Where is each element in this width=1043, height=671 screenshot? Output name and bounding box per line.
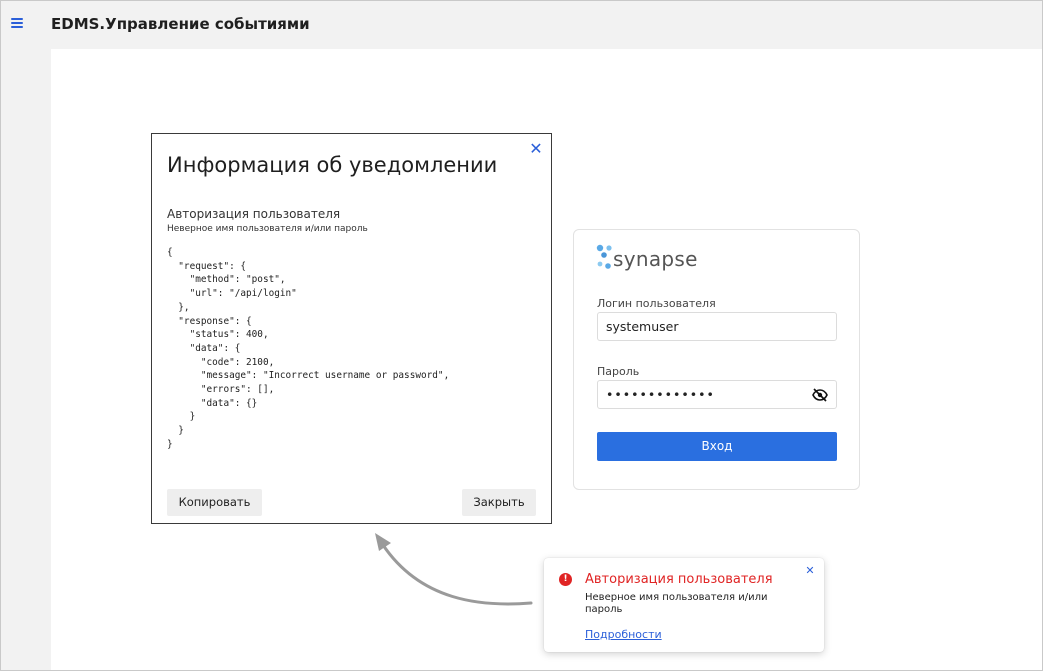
app-window: EDMS.Управление событиями ✕ Информация о… — [0, 0, 1043, 671]
details-link[interactable]: Подробности — [585, 628, 662, 641]
eye-off-icon[interactable] — [812, 388, 828, 402]
sidebar — [1, 49, 51, 670]
error-toast: ! Авторизация пользователя ✕ Неверное им… — [544, 558, 824, 652]
close-button[interactable]: Закрыть — [462, 489, 536, 516]
toast-title: Авторизация пользователя — [585, 572, 773, 587]
copy-button[interactable]: Копировать — [167, 489, 262, 516]
error-icon: ! — [559, 573, 572, 586]
notification-info-dialog: ✕ Информация об уведомлении Авторизация … — [151, 133, 552, 524]
synapse-logo: synapse — [596, 242, 716, 272]
password-input[interactable]: ••••••••••••• — [597, 380, 837, 409]
login-card: synapse Логин пользователя systemuser Па… — [573, 229, 860, 490]
toast-message: Неверное имя пользователя и/или пароль — [585, 592, 768, 615]
password-value: ••••••••••••• — [606, 387, 715, 402]
response-json-code: { "request": { "method": "post", "url": … — [167, 247, 450, 450]
logo-text: synapse — [613, 247, 698, 271]
app-title: EDMS.Управление событиями — [51, 15, 310, 33]
login-button[interactable]: Вход — [597, 432, 837, 461]
top-bar: EDMS.Управление событиями — [1, 1, 1042, 49]
dialog-close-icon[interactable]: ✕ — [527, 140, 545, 158]
login-input[interactable]: systemuser — [597, 312, 837, 341]
dialog-description: Неверное имя пользователя и/или пароль — [167, 224, 368, 234]
pointer-arrow-icon — [375, 533, 533, 606]
password-label: Пароль — [597, 365, 640, 378]
hamburger-menu-icon[interactable] — [11, 18, 23, 28]
toast-close-icon[interactable]: ✕ — [804, 565, 816, 577]
dialog-subtitle: Авторизация пользователя — [167, 207, 341, 221]
dialog-title: Информация об уведомлении — [167, 153, 498, 177]
login-label: Логин пользователя — [597, 297, 716, 310]
